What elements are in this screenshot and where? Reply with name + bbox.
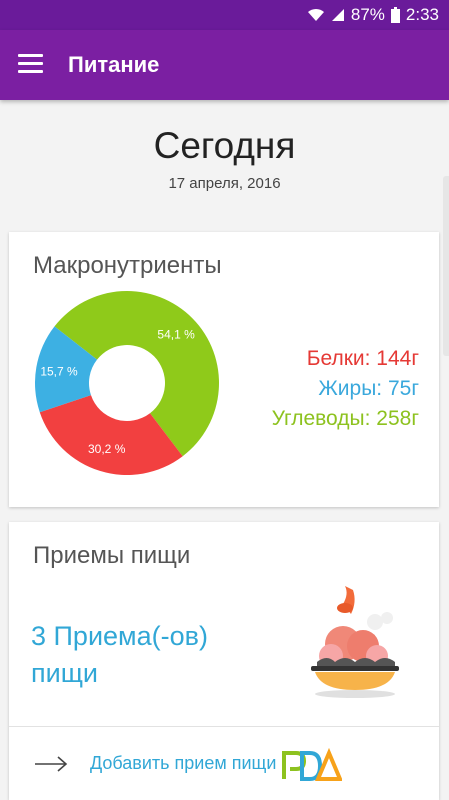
date-subtitle: 17 апреля, 2016 <box>168 175 281 192</box>
signal-icon <box>331 8 345 22</box>
legend-fat: Жиры: 75г <box>318 377 419 400</box>
meal-bowl-icon <box>305 584 405 704</box>
meals-card[interactable]: Приемы пищи 3 Приема(-ов) пищи Добавить … <box>9 522 439 800</box>
macronutrient-legend: Белки: 144г Жиры: 75г Углеводы: 258г <box>272 344 419 434</box>
macronutrients-title: Макронутриенты <box>33 252 222 279</box>
legend-protein: Белки: 144г <box>306 347 419 370</box>
donut-label-fat: 15,7 % <box>40 364 78 378</box>
macronutrient-donut-chart: 54,1 % 30,2 % 15,7 % <box>35 290 220 475</box>
hamburger-menu-icon[interactable] <box>18 54 48 76</box>
donut-label-carbs: 54,1 % <box>157 328 195 342</box>
logo-icon <box>282 747 343 781</box>
app-bar: Питание <box>0 30 449 100</box>
legend-carbs: Углеводы: 258г <box>271 407 419 430</box>
date-header: Сегодня 17 апреля, 2016 <box>0 125 449 192</box>
clock: 2:33 <box>405 5 439 24</box>
status-bar: 87% 2:33 <box>0 0 449 30</box>
add-meal-button[interactable]: Добавить прием пищи <box>9 727 439 800</box>
battery-percent: 87% <box>350 5 385 24</box>
app-title: Питание <box>68 52 160 77</box>
battery-icon <box>390 7 400 23</box>
date-title: Сегодня <box>153 125 296 166</box>
wifi-icon <box>307 8 325 22</box>
macronutrients-card[interactable]: Макронутриенты 54,1 % 30,2 % 15,7 % Белки:… <box>9 232 439 507</box>
arrow-right-icon <box>34 755 68 773</box>
meal-count[interactable]: 3 Приема(-ов) пищи <box>31 618 261 692</box>
donut-label-protein: 30,2 % <box>88 442 126 456</box>
add-meal-label: Добавить прием пищи <box>90 753 277 773</box>
scroll-indicator[interactable] <box>443 176 449 356</box>
meals-title: Приемы пищи <box>33 542 191 569</box>
